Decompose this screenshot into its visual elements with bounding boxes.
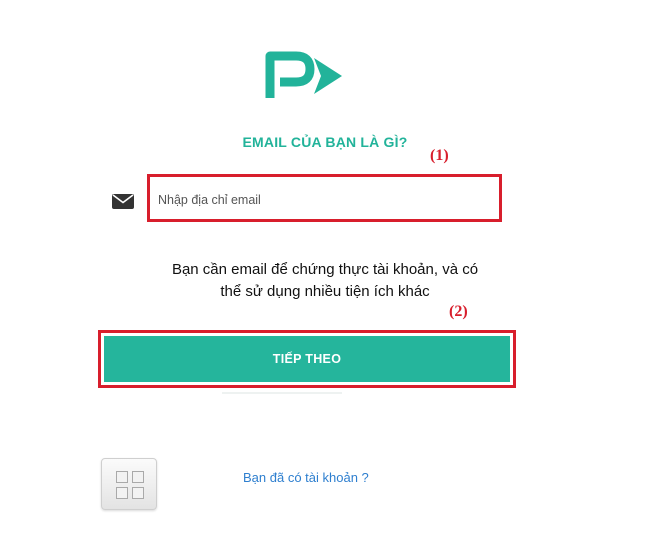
brand-logo: [265, 51, 342, 98]
already-have-account-link[interactable]: Bạn đã có tài khoản ?: [243, 470, 369, 485]
grid-icon: [116, 471, 144, 499]
divider: [222, 392, 342, 394]
email-field-highlight: [147, 174, 502, 222]
next-button-highlight: TIẾP THEO: [98, 330, 516, 388]
grid-cell: [132, 487, 144, 499]
description-line-2: thể sử dụng nhiều tiện ích khác: [220, 283, 430, 300]
page-title: EMAIL CỦA BẠN LÀ GÌ?: [242, 134, 408, 150]
apps-button[interactable]: [101, 458, 157, 510]
next-button[interactable]: TIẾP THEO: [104, 336, 510, 382]
email-input[interactable]: [156, 187, 490, 213]
grid-cell: [132, 471, 144, 483]
description: Bạn cần email để chứng thực tài khoản, v…: [120, 259, 530, 303]
grid-cell: [116, 471, 128, 483]
grid-cell: [116, 487, 128, 499]
envelope-icon: [112, 194, 134, 209]
annotation-marker-2: (2): [449, 303, 468, 320]
description-line-1: Bạn cần email để chứng thực tài khoản, v…: [171, 261, 479, 278]
annotation-marker-1: (1): [430, 147, 449, 164]
